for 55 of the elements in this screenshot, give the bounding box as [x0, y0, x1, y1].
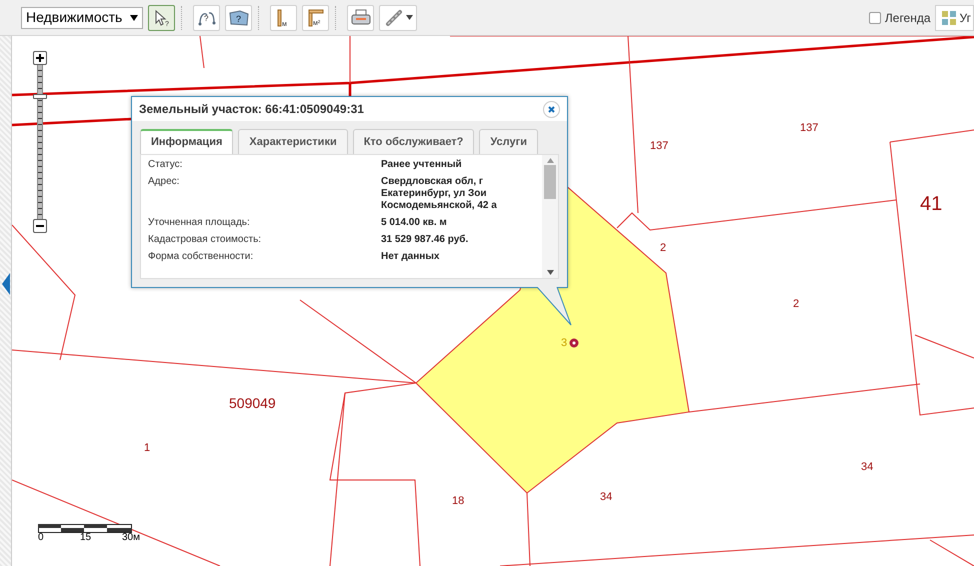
chain-link-icon — [384, 8, 404, 26]
scale-label: 15 — [80, 533, 92, 543]
location-marker-icon — [569, 338, 579, 348]
toolbar-button[interactable] — [347, 4, 374, 30]
scroll-down-icon[interactable] — [546, 270, 554, 275]
parcel-number: 1 — [144, 443, 150, 454]
field-value: 5 014.00 кв. м — [381, 217, 448, 229]
popup-tab[interactable]: Кто обслуживает? — [352, 129, 474, 154]
scale-label: 30м — [122, 533, 140, 543]
zoom-in-button[interactable] — [33, 51, 47, 65]
parcel-number: 41 — [920, 194, 942, 214]
parcel-number: 137 — [650, 141, 668, 152]
legend-checkbox[interactable] — [868, 12, 881, 24]
popup-tab[interactable]: Характеристики — [238, 129, 348, 154]
basemap-button[interactable]: Уг — [934, 4, 974, 30]
minus-icon — [36, 222, 44, 230]
parcel-number: 137 — [800, 123, 818, 134]
zoom-slider-thumb[interactable] — [33, 94, 47, 98]
field-label: Кадастровая стоимость: — [148, 234, 262, 246]
toolbar-button[interactable] — [379, 4, 418, 30]
field-label: Адрес: — [148, 176, 180, 189]
toolbar-button[interactable]: ? — [193, 4, 220, 30]
parcel-number: 2 — [660, 243, 666, 254]
parcel-number: 34 — [861, 462, 874, 473]
parcel-number: 34 — [600, 492, 612, 503]
polygon-question-icon: ? — [228, 8, 250, 26]
scrollbar-thumb[interactable] — [544, 165, 556, 199]
printer-icon — [350, 8, 372, 26]
close-icon — [548, 106, 555, 112]
field-label: Статус: — [148, 159, 184, 171]
popup-title: Земельный участок: 66:41:0509049:31 — [139, 101, 364, 118]
scroll-up-icon[interactable] — [546, 158, 554, 163]
field-label: Форма собственности: — [148, 251, 254, 263]
legend-label: Легенда — [884, 10, 931, 26]
caret-icon — [406, 15, 413, 20]
parcel-number: 3 — [561, 338, 568, 349]
parcel-number: 18 — [452, 496, 464, 507]
field-label: Уточненная площадь: — [148, 217, 251, 229]
field-value: Нет данных — [381, 251, 440, 263]
field-value: Ранее учтенный — [381, 159, 463, 171]
zoom-out-button[interactable] — [33, 219, 47, 233]
close-button[interactable] — [543, 100, 560, 118]
scale-label: 0 — [38, 533, 44, 543]
popup-tab[interactable]: Услуги — [479, 129, 538, 154]
popup-tab[interactable]: Информация — [140, 129, 234, 154]
expand-arrow-icon[interactable] — [2, 273, 10, 295]
tiles-icon — [942, 10, 956, 24]
parcel-number: 2 — [793, 299, 800, 310]
layer-select[interactable]: Недвижимость — [21, 6, 144, 28]
field-value: Свердловская обл, г Екатеринбург, ул Зои Космодемьянской, 42 а — [381, 176, 498, 212]
parcel-number: 509049 — [229, 396, 276, 410]
plus-icon — [36, 54, 44, 62]
caret-icon — [130, 14, 138, 20]
toolbar-button[interactable]: ? — [225, 4, 252, 30]
field-value: 31 529 987.46 руб. — [381, 234, 470, 246]
